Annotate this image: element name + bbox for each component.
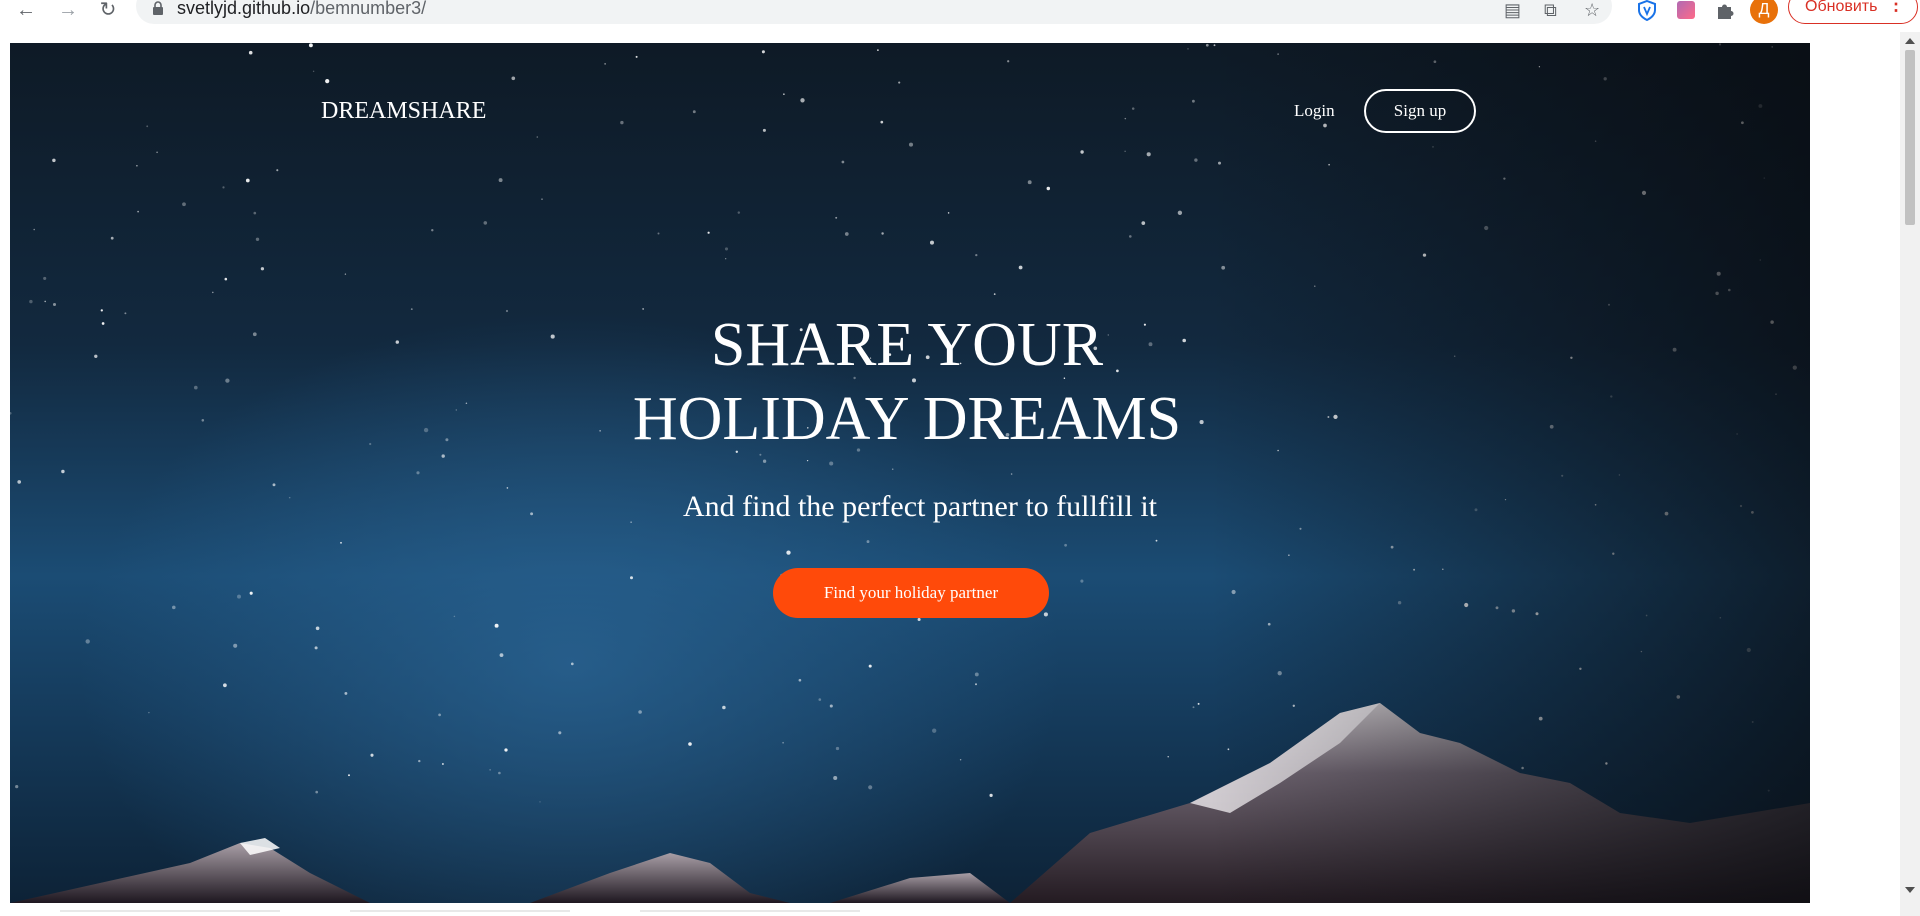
page-below-fold — [0, 903, 1900, 916]
star-icon[interactable]: ☆ — [1584, 0, 1600, 20]
lock-icon — [153, 1, 163, 15]
url-path: /bemnumber3/ — [310, 0, 427, 18]
reload-icon[interactable]: ↻ — [94, 0, 122, 20]
update-browser-button[interactable]: Обновить ⋮ — [1788, 0, 1918, 24]
divider — [350, 910, 570, 912]
url-text[interactable]: svetlyjd.github.io/bemnumber3/ — [177, 0, 426, 19]
login-link[interactable]: Login — [1294, 101, 1335, 121]
hero-subheadline: And find the perfect partner to fullfill… — [682, 490, 1157, 523]
scroll-down-arrow-icon[interactable] — [1905, 887, 1915, 893]
find-partner-button[interactable]: Find your holiday partner — [773, 568, 1049, 618]
site-logo[interactable]: DREAMSHARE — [321, 98, 486, 125]
hero-headline: SHARE YOUR HOLIDAY DREAMS — [517, 308, 1297, 456]
profile-avatar[interactable]: Д — [1750, 0, 1778, 24]
divider — [640, 910, 860, 912]
translate-icon[interactable]: ▤ — [1504, 0, 1521, 20]
headline-line-1: SHARE YOUR — [710, 311, 1104, 379]
forward-arrow-icon[interactable]: → — [54, 0, 82, 20]
scrollbar-thumb[interactable] — [1905, 50, 1915, 225]
back-arrow-icon[interactable]: ← — [12, 0, 40, 20]
share-icon[interactable]: ⧉ — [1544, 0, 1557, 20]
url-host: svetlyjd.github.io — [177, 0, 311, 18]
update-label: Обновить — [1805, 0, 1878, 15]
shield-extension-icon[interactable] — [1636, 0, 1658, 21]
browser-menu-icon[interactable]: ⋮ — [1887, 0, 1905, 15]
signup-button[interactable]: Sign up — [1364, 89, 1476, 133]
browser-toolbar: ← → ↻ svetlyjd.github.io/bemnumber3/ ▤ ⧉… — [0, 0, 1920, 30]
scroll-up-arrow-icon[interactable] — [1905, 38, 1915, 44]
hero-section — [10, 43, 1810, 903]
divider — [60, 910, 280, 912]
puzzle-extensions-icon[interactable] — [1714, 0, 1736, 21]
headline-line-2: HOLIDAY DREAMS — [632, 385, 1182, 453]
hero-right-shade — [1210, 43, 1810, 903]
gradient-extension-icon[interactable] — [1675, 0, 1697, 21]
